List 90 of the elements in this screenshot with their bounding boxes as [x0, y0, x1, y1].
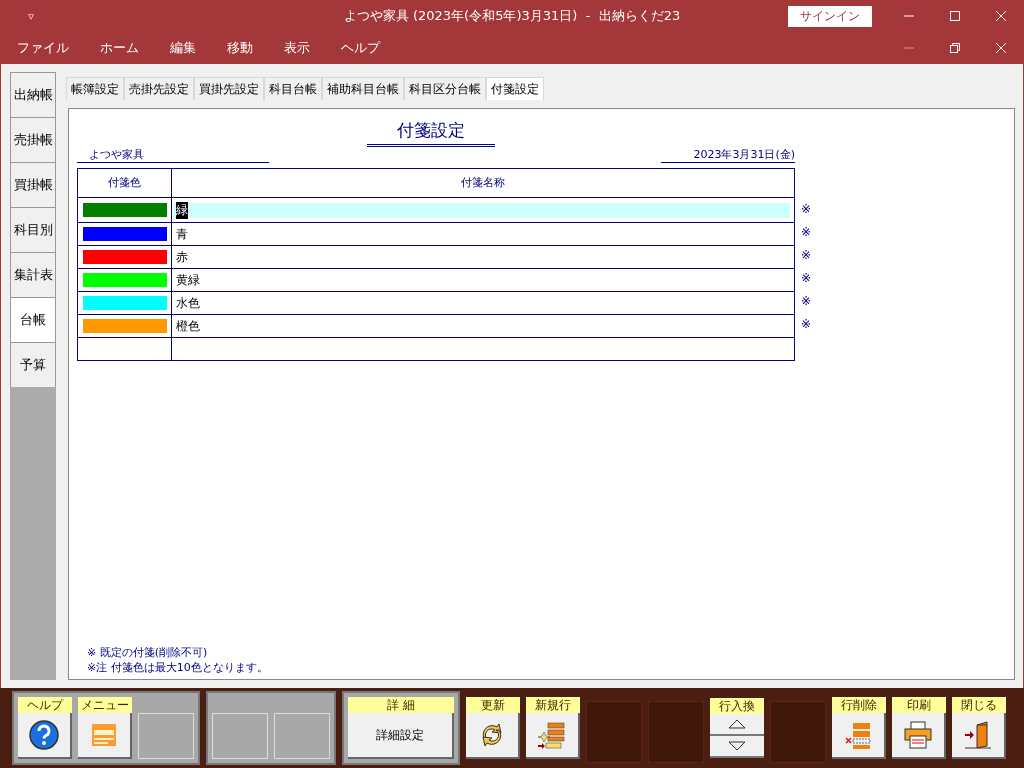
footnote: ※注 付箋色は最大10色となります。 — [87, 660, 269, 675]
tab[interactable]: 帳簿設定 — [66, 77, 124, 100]
side-tab[interactable]: 集計表 — [10, 252, 56, 297]
sheet-title: 付箋設定 — [367, 119, 495, 147]
help-button[interactable] — [18, 713, 72, 759]
menu-item[interactable]: 表示 — [271, 39, 323, 57]
button-label: 閉じる — [952, 697, 1006, 713]
company-name: よつや家具 — [77, 147, 269, 163]
color-swatch[interactable] — [82, 203, 167, 217]
color-swatch[interactable] — [82, 250, 167, 264]
empty-slot — [212, 713, 268, 759]
button-label: メニュー — [78, 697, 132, 713]
delete-row-button[interactable] — [832, 713, 886, 759]
close-icon — [996, 43, 1006, 53]
default-mark: ※ — [801, 201, 812, 218]
name-input-field[interactable]: 赤 — [174, 249, 790, 265]
button-label: 詳 細 — [348, 697, 454, 713]
button-label: 行削除 — [832, 697, 886, 713]
menu-item[interactable]: 編集 — [157, 39, 209, 57]
color-swatch[interactable] — [82, 319, 167, 333]
button-label: 更新 — [466, 697, 520, 713]
exit-door-icon — [963, 720, 993, 750]
down-triangle-icon — [728, 741, 746, 751]
tag-name[interactable]: 緑 — [176, 201, 188, 219]
sign-in-button[interactable]: サインイン — [788, 5, 872, 27]
empty-slot — [586, 701, 642, 763]
move-down-button[interactable] — [710, 736, 764, 758]
column-header: 付箋名称 — [460, 175, 506, 191]
side-tab[interactable]: 買掛帳 — [10, 162, 56, 207]
tab[interactable]: 売掛先設定 — [124, 77, 194, 100]
tab[interactable]: 科目台帳 — [264, 77, 322, 100]
print-button[interactable] — [892, 713, 946, 759]
name-input-field[interactable]: 青 — [174, 226, 790, 242]
default-mark: ※ — [801, 316, 812, 333]
footnote: ※ 既定の付箋(削除不可) — [87, 645, 209, 660]
move-up-button[interactable] — [710, 714, 764, 736]
side-tab[interactable]: 台帳 — [10, 297, 56, 342]
sheet-date: 2023年3月31日(金) — [661, 147, 795, 163]
color-swatch[interactable] — [82, 273, 167, 287]
close-button[interactable] — [952, 713, 1006, 759]
menu-item[interactable]: ヘルプ — [328, 39, 393, 57]
name-input-field[interactable]: 橙色 — [174, 318, 790, 334]
default-mark: ※ — [801, 224, 812, 241]
tab[interactable]: 科目区分台帳 — [404, 77, 486, 100]
button-label: ヘルプ — [18, 697, 72, 713]
tab[interactable]: 付箋設定 — [486, 77, 544, 100]
up-triangle-icon — [728, 719, 746, 729]
default-mark: ※ — [801, 293, 812, 310]
empty-slot — [138, 713, 194, 759]
close-icon — [996, 11, 1006, 21]
default-mark: ※ — [801, 247, 812, 264]
column-header: 付箋色 — [78, 169, 172, 197]
new-row-icon — [537, 720, 567, 750]
menu-button[interactable] — [78, 713, 132, 759]
name-input-field[interactable]: 緑 — [174, 202, 790, 218]
side-tab[interactable]: 科目別 — [10, 207, 56, 252]
button-label: 行入換 — [710, 698, 764, 714]
window-title: よつや家具 (2023年(令和5年)3月31日) - 出納らくだ23 — [343, 7, 681, 25]
refresh-button[interactable] — [466, 713, 520, 759]
empty-slot — [770, 701, 826, 763]
tag-name[interactable]: 水色 — [176, 294, 200, 312]
maximize-icon — [950, 11, 960, 21]
side-tab[interactable]: 予算 — [10, 342, 56, 387]
button-label: 新規行 — [526, 697, 580, 713]
name-input-field[interactable]: 水色 — [174, 295, 790, 311]
restore-icon — [950, 43, 960, 53]
side-tab[interactable]: 売掛帳 — [10, 117, 56, 162]
menu-item[interactable]: ファイル — [4, 39, 82, 57]
color-swatch[interactable] — [82, 227, 167, 241]
tag-name[interactable]: 橙色 — [176, 317, 200, 335]
menu-item[interactable]: 移動 — [214, 39, 266, 57]
side-tab[interactable]: 出納帳 — [10, 72, 56, 117]
delete-row-icon — [843, 720, 873, 750]
empty-slot — [648, 701, 704, 763]
menu-item[interactable]: ホーム — [87, 39, 152, 57]
new-row-button[interactable] — [526, 713, 580, 759]
tab[interactable]: 買掛先設定 — [194, 77, 264, 100]
tab[interactable]: 補助科目台帳 — [322, 77, 404, 100]
tag-name[interactable]: 青 — [176, 225, 188, 243]
color-swatch[interactable] — [82, 296, 167, 310]
name-input-field[interactable]: 黄緑 — [174, 272, 790, 288]
quick-access-caret[interactable]: ▿ — [0, 9, 62, 23]
button-label: 印刷 — [892, 697, 946, 713]
help-icon — [29, 720, 59, 750]
printer-icon — [903, 720, 933, 750]
tag-name[interactable]: 赤 — [176, 248, 188, 266]
empty-slot — [274, 713, 330, 759]
default-mark: ※ — [801, 270, 812, 287]
detail-settings-button[interactable]: 詳細設定 — [348, 713, 454, 759]
tag-name[interactable]: 黄緑 — [176, 271, 200, 289]
